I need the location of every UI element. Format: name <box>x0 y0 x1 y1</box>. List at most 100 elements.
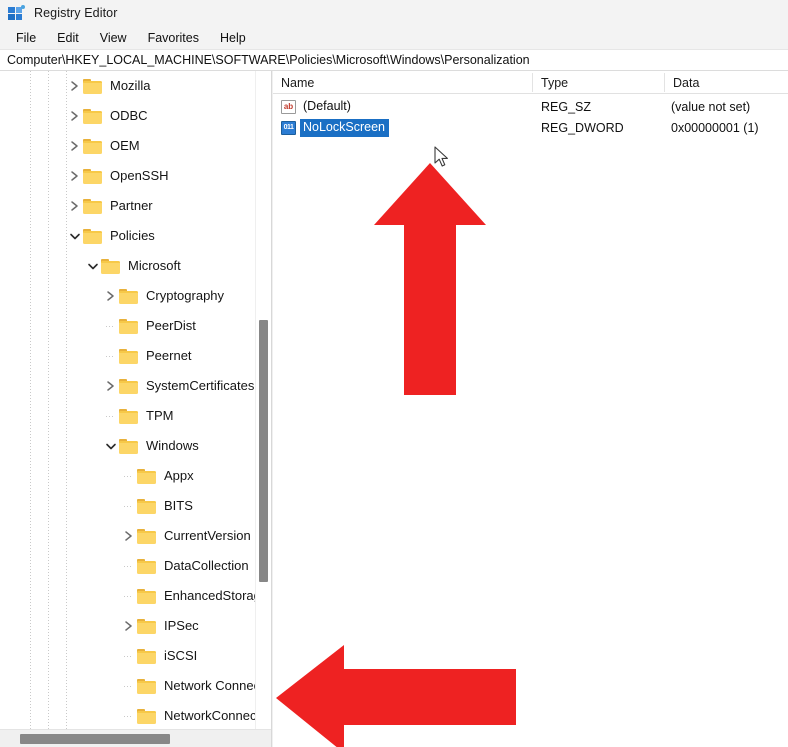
value-name-cell[interactable]: 011 NoLockScreen <box>281 117 389 138</box>
tree-item-label: Peernet <box>146 348 192 363</box>
tree-item-policies[interactable]: Policies <box>0 221 256 251</box>
tree-item-label: BITS <box>164 498 193 513</box>
menu-item-help[interactable]: Help <box>213 29 254 47</box>
value-row[interactable]: 011 NoLockScreen REG_DWORD 0x00000001 (1) <box>273 117 788 138</box>
tree-item-peerdist[interactable]: PeerDist <box>0 311 256 341</box>
tree-item-datacollection[interactable]: DataCollection <box>0 551 256 581</box>
tree-item-label: Network Connections <box>164 678 256 693</box>
chevron-right-icon[interactable] <box>102 281 119 311</box>
value-icon-glyph: ab <box>283 102 294 111</box>
tree-item-label: OEM <box>110 138 140 153</box>
menu-bar: File Edit View Favorites Help <box>0 26 788 49</box>
tree-vertical-scrollbar[interactable] <box>255 71 270 729</box>
tree-item-label: ODBC <box>110 108 148 123</box>
address-bar[interactable]: Computer\HKEY_LOCAL_MACHINE\SOFTWARE\Pol… <box>0 49 788 71</box>
tree-elbow-connector <box>102 401 119 431</box>
tree-item-label: Appx <box>164 468 194 483</box>
value-type-cell: REG_SZ <box>541 99 592 114</box>
tree-elbow-connector <box>120 461 137 491</box>
tree-item-tpm[interactable]: TPM <box>0 401 256 431</box>
column-header-name[interactable]: Name <box>273 71 533 94</box>
chevron-right-icon[interactable] <box>120 611 137 641</box>
registry-values-pane: Name Type Data ab (Default) REG_SZ (value n… <box>273 71 788 747</box>
column-header-type[interactable]: Type <box>533 71 664 94</box>
menu-item-edit[interactable]: Edit <box>50 29 87 47</box>
tree-item-label: Mozilla <box>110 78 151 93</box>
tree-item-odbc[interactable]: ODBC <box>0 101 256 131</box>
chevron-right-icon[interactable] <box>66 191 83 221</box>
chevron-right-icon[interactable] <box>66 101 83 131</box>
tree-elbow-connector <box>120 641 137 671</box>
registry-tree-pane: Mozilla ODBC OEM OpenSSH Partner Policies Micr… <box>0 71 272 747</box>
folder-icon <box>83 78 102 94</box>
tree-item-networkconnectivity[interactable]: NetworkConnectivity <box>0 701 256 729</box>
tree-item-peernet[interactable]: Peernet <box>0 341 256 371</box>
tree-item-network-connections[interactable]: Network Connections <box>0 671 256 701</box>
tree-elbow-connector <box>102 341 119 371</box>
tree-item-windows[interactable]: Windows <box>0 431 256 461</box>
folder-icon <box>83 228 102 244</box>
tree-elbow-connector <box>120 491 137 521</box>
folder-icon <box>83 198 102 214</box>
tree-item-ipsec[interactable]: IPSec <box>0 611 256 641</box>
tree-item-openssh[interactable]: OpenSSH <box>0 161 256 191</box>
chevron-down-icon[interactable] <box>102 431 119 461</box>
folder-icon <box>119 318 138 334</box>
tree-item-label: Windows <box>146 438 199 453</box>
tree-item-bits[interactable]: BITS <box>0 491 256 521</box>
tree-elbow-connector <box>102 311 119 341</box>
folder-icon <box>119 438 138 454</box>
tree-item-iscsi[interactable]: iSCSI <box>0 641 256 671</box>
menu-item-favorites[interactable]: Favorites <box>141 29 207 47</box>
registry-editor-window: Registry Editor File Edit View Favorites… <box>0 0 788 747</box>
tree-item-label: OpenSSH <box>110 168 169 183</box>
tree-elbow-connector <box>120 701 137 729</box>
chevron-right-icon[interactable] <box>66 71 83 101</box>
tree-item-appx[interactable]: Appx <box>0 461 256 491</box>
tree-item-label: CurrentVersion <box>164 528 251 543</box>
tree-elbow-connector <box>120 551 137 581</box>
column-header-data[interactable]: Data <box>665 71 788 94</box>
chevron-down-icon[interactable] <box>66 221 83 251</box>
tree-item-label: DataCollection <box>164 558 249 573</box>
registry-editor-icon <box>8 4 25 22</box>
tree-item-cryptography[interactable]: Cryptography <box>0 281 256 311</box>
value-data-cell: 0x00000001 (1) <box>671 120 759 135</box>
tree-item-systemcertificates[interactable]: SystemCertificates <box>0 371 256 401</box>
menu-item-view[interactable]: View <box>93 29 135 47</box>
tree-horizontal-scroll-thumb[interactable] <box>20 734 170 744</box>
tree-item-label: Policies <box>110 228 155 243</box>
chevron-right-icon[interactable] <box>66 131 83 161</box>
tree-item-oem[interactable]: OEM <box>0 131 256 161</box>
folder-icon <box>137 588 156 604</box>
tree-item-enhancedstorage[interactable]: EnhancedStorage <box>0 581 256 611</box>
value-icon-glyph: 011 <box>283 124 294 131</box>
value-data-cell: (value not set) <box>671 99 751 114</box>
folder-icon <box>119 348 138 364</box>
chevron-down-icon[interactable] <box>84 251 101 281</box>
tree-item-label: TPM <box>146 408 174 423</box>
tree-item-currentversion[interactable]: CurrentVersion <box>0 521 256 551</box>
chevron-right-icon[interactable] <box>66 161 83 191</box>
tree-item-label: IPSec <box>164 618 199 633</box>
folder-icon <box>119 378 138 394</box>
folder-icon <box>137 528 156 544</box>
title-bar: Registry Editor <box>0 0 788 26</box>
tree-item-label: Microsoft <box>128 258 181 273</box>
tree-horizontal-scrollbar[interactable] <box>0 729 271 747</box>
folder-icon <box>137 648 156 664</box>
menu-item-file[interactable]: File <box>9 29 44 47</box>
string-value-icon: ab <box>281 99 296 114</box>
binary-value-icon: 011 <box>281 120 296 135</box>
value-name-label: NoLockScreen <box>300 118 389 137</box>
tree-item-mozilla[interactable]: Mozilla <box>0 71 256 101</box>
tree-item-label: PeerDist <box>146 318 196 333</box>
tree-item-microsoft[interactable]: Microsoft <box>0 251 256 281</box>
chevron-right-icon[interactable] <box>120 521 137 551</box>
chevron-right-icon[interactable] <box>102 371 119 401</box>
folder-icon <box>83 108 102 124</box>
value-row[interactable]: ab (Default) REG_SZ (value not set) <box>273 96 788 117</box>
tree-item-partner[interactable]: Partner <box>0 191 256 221</box>
tree-vertical-scroll-thumb[interactable] <box>259 320 268 582</box>
value-name-cell[interactable]: ab (Default) <box>281 96 355 117</box>
